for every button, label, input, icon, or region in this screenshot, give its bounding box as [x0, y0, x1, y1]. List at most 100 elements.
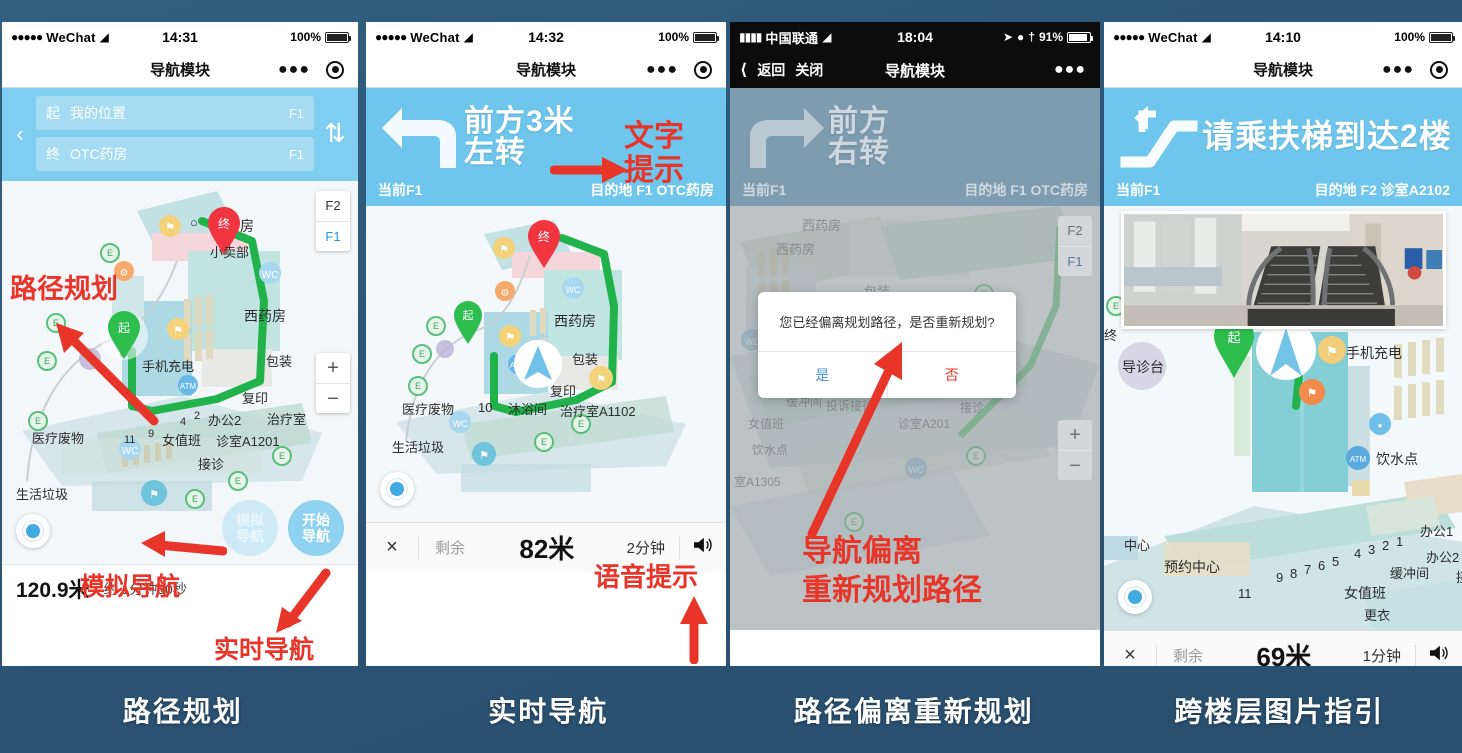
svg-text:WC: WC [262, 270, 279, 281]
svg-text:⚑: ⚑ [1307, 386, 1318, 400]
close-nav-button[interactable]: × [1104, 644, 1156, 666]
end-tag: 终 [46, 146, 60, 162]
end-field[interactable]: 终 OTC药房 F1 [36, 137, 314, 171]
battery-icon [1429, 31, 1455, 43]
locate-button[interactable] [16, 514, 50, 548]
svg-text:●: ● [1378, 421, 1383, 430]
swap-icon[interactable]: ⇅ [320, 118, 350, 149]
nav-bar: 导航模块 ●●● [1104, 52, 1462, 88]
carrier-label: 中国联通 [765, 30, 819, 46]
svg-text:WC: WC [566, 285, 581, 295]
speaker-icon[interactable] [680, 536, 726, 559]
back-icon[interactable]: ‹ [10, 121, 30, 147]
zoom-out-button[interactable]: − [1058, 450, 1092, 480]
turn-line-2: 右转 [828, 136, 890, 169]
route-fields: 起 我的位置 F1 终 OTC药房 F1 [36, 96, 314, 171]
svg-text:E: E [192, 494, 198, 504]
nav-bar: ⟨ 返回 关闭 导航模块 ●●● [730, 52, 1100, 88]
svg-text:E: E [433, 321, 439, 331]
locate-button[interactable] [380, 472, 414, 506]
turn-instruction: 请乘扶梯到达2楼 [1202, 120, 1452, 154]
close-nav-button[interactable]: × [366, 536, 418, 559]
status-carrier-group: ●●●●● WeChat ◢ [375, 30, 473, 45]
more-icon[interactable]: ●●● [278, 61, 310, 78]
start-field[interactable]: 起 我的位置 F1 [36, 96, 314, 130]
zoom-controls[interactable]: + − [1058, 420, 1092, 480]
turn-instruction: 前方 右转 [828, 105, 890, 169]
signal-bars-icon: ▮▮▮▮ [739, 30, 762, 44]
more-icon[interactable]: ●●● [1382, 61, 1414, 78]
svg-text:手机充电: 手机充电 [1346, 345, 1402, 361]
status-battery-group: 100% [290, 30, 351, 44]
battery-icon [1067, 31, 1093, 43]
more-icon[interactable]: ●●● [1054, 62, 1086, 78]
svg-text:⚑: ⚑ [596, 374, 606, 386]
svg-text:5: 5 [1332, 554, 1339, 569]
panel-cross-floor-guide: ●●●●● WeChat ◢ 14:10 100% 导航模块 ●●● 请乘扶梯到… [1104, 22, 1462, 666]
zoom-controls[interactable]: + − [316, 353, 350, 413]
annotation-arrow-2 [141, 531, 227, 557]
svg-text:E: E [107, 248, 113, 258]
more-icon[interactable]: ●●● [646, 61, 678, 78]
target-icon[interactable] [326, 60, 344, 79]
target-icon[interactable] [694, 60, 712, 79]
current-floor: 当前F1 [378, 182, 423, 198]
start-tag: 起 [46, 105, 60, 121]
turn-banner: 请乘扶梯到达2楼 当前F1 目的地 F2 诊室A2102 [1104, 88, 1462, 206]
svg-text:3: 3 [1368, 542, 1375, 557]
carrier-label: WeChat [46, 29, 96, 45]
svg-text:10: 10 [478, 400, 492, 415]
svg-text:⚙: ⚙ [501, 288, 510, 299]
banner-footer: 当前F1 目的地 F2 诊室A2102 [1116, 180, 1450, 200]
svg-text:西药房: 西药房 [554, 313, 596, 329]
svg-text:E: E [578, 419, 584, 429]
back-chevron-icon[interactable]: ⟨ [740, 60, 747, 80]
back-button[interactable]: 返回 [757, 60, 785, 80]
svg-text:○: ○ [190, 215, 198, 230]
svg-text:ATM: ATM [1350, 455, 1367, 464]
svg-text:11: 11 [124, 434, 135, 446]
banner-footer: 当前F1 目的地 F1 OTC药房 [742, 180, 1088, 200]
status-battery-group: ➤ ● † 91% [1003, 30, 1093, 44]
remaining-label: 剩余 [435, 540, 466, 557]
close-button[interactable]: 关闭 [795, 60, 823, 80]
svg-text:小卖部: 小卖部 [210, 245, 249, 260]
svg-text:女值班: 女值班 [1344, 585, 1386, 601]
svg-text:11: 11 [1238, 586, 1252, 601]
svg-text:生活垃圾: 生活垃圾 [16, 487, 68, 502]
floor-selector[interactable]: F2 F1 [316, 191, 350, 251]
svg-text:E: E [415, 381, 421, 391]
floor-option-f2[interactable]: F2 [1058, 216, 1092, 246]
map-area[interactable]: E E E E E ⚑ ⚑ ⚙ WC WC ATM ⚑ ⚑ 起 [366, 206, 726, 522]
carrier-label: WeChat [410, 29, 460, 45]
zoom-in-button[interactable]: + [1058, 420, 1092, 450]
zoom-out-button[interactable]: − [316, 383, 350, 413]
svg-text:办公2: 办公2 [1426, 550, 1459, 565]
target-icon[interactable] [1430, 60, 1448, 79]
map-area[interactable]: E 起 ⚑ ⚑ ● ATM 导诊台 手机充电 饮水点 终 预约中心 中心 11 … [1104, 206, 1462, 630]
floor-selector[interactable]: F2 F1 [1058, 216, 1092, 276]
start-nav-button[interactable]: 开始 导航 [288, 500, 344, 556]
wifi-icon: ◢ [1201, 30, 1212, 44]
floor-option-f2[interactable]: F2 [316, 191, 350, 221]
turn-banner-row: 前方 右转 [742, 96, 1088, 178]
end-pin-label: 终 [218, 216, 230, 231]
caption-route-planning: 路径规划 [122, 695, 243, 727]
svg-text:⚑: ⚑ [1326, 344, 1338, 359]
floor-option-f1[interactable]: F1 [1058, 246, 1092, 276]
zoom-in-button[interactable]: + [316, 353, 350, 383]
svg-text:西药房: 西药房 [244, 308, 286, 324]
speaker-icon[interactable] [1416, 644, 1462, 666]
status-battery-group: 100% [658, 30, 719, 44]
nav-actions: ●●● [278, 60, 358, 79]
poster-stage: ●●●●● WeChat ◢ 14:31 100% 导航模块 ●●● ‹ 起 我… [0, 0, 1462, 753]
panel-route-planning: ●●●●● WeChat ◢ 14:31 100% 导航模块 ●●● ‹ 起 我… [2, 22, 358, 666]
locate-button[interactable] [1118, 580, 1152, 614]
svg-text:包装: 包装 [266, 354, 292, 369]
signal-dots-icon: ●●●●● [11, 30, 43, 44]
battery-percent: 100% [658, 30, 689, 44]
simulate-nav-button[interactable]: 模拟 导航 [222, 500, 278, 556]
floor-option-f1[interactable]: F1 [316, 221, 350, 251]
svg-text:医疗废物: 医疗废物 [32, 431, 84, 446]
current-floor: 当前F1 [742, 182, 787, 198]
